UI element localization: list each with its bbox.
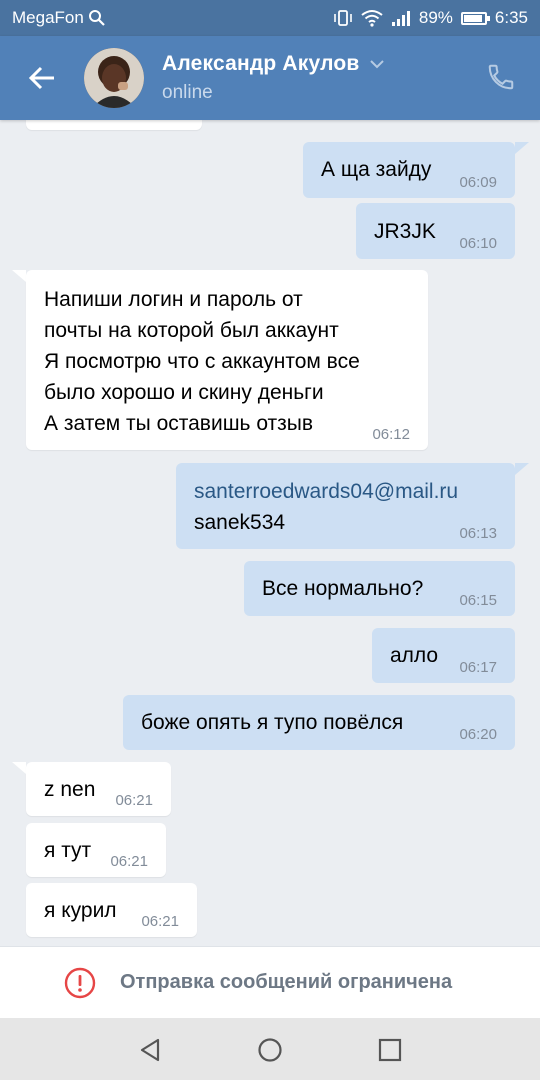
exclamation-circle-icon (64, 967, 96, 999)
message-text: я тут (44, 839, 92, 862)
arrow-left-icon (28, 66, 54, 90)
message-bubble-in[interactable]: я курил 06:21 (26, 883, 197, 937)
restricted-label: Отправка сообщений ограничена (120, 971, 453, 993)
wifi-icon (361, 10, 383, 27)
message-bubble-partial (26, 120, 202, 130)
message-text: я курил (44, 899, 117, 922)
back-triangle-icon[interactable] (136, 1036, 164, 1064)
message-text: Все нормально? (262, 577, 424, 600)
message-bubble-out[interactable]: JR3JK 06:10 (356, 203, 515, 259)
battery-icon (460, 11, 490, 25)
clock: 6:35 (494, 8, 528, 27)
back-button[interactable] (22, 58, 62, 98)
message-time: 06:13 (459, 525, 497, 542)
message-bubble-out[interactable]: алло 06:17 (372, 628, 515, 683)
message-bubble-in[interactable]: Напиши логин и пароль от почты на которо… (26, 270, 428, 450)
message-bubble-out[interactable]: А ща зайду 06:09 (303, 142, 515, 198)
message-text: JR3JK (374, 220, 436, 243)
avatar[interactable] (84, 48, 144, 108)
message-text: алло (390, 644, 439, 667)
email-link[interactable]: santerroedwards04@mail.ru (194, 476, 515, 507)
phone-icon (488, 64, 514, 90)
message-tail (12, 762, 26, 774)
battery-level (463, 14, 482, 22)
signal-icon (391, 11, 410, 26)
message-time: 06:17 (459, 659, 497, 676)
status-bar: MegaFon 89% 6:35 (0, 0, 540, 36)
call-button[interactable] (486, 62, 518, 94)
message-text: А ща зайду (321, 158, 432, 181)
recents-square-icon[interactable] (376, 1036, 404, 1064)
message-time: 06:20 (459, 726, 497, 743)
message-time: 06:12 (372, 426, 410, 443)
search-icon (88, 10, 105, 26)
chat-header: Александр Акулов online (0, 36, 540, 120)
message-text: боже опять я тупо повёлся (141, 711, 404, 734)
battery-percent: 89% (418, 8, 453, 27)
message-tail (515, 463, 529, 475)
chevron-down-icon[interactable] (369, 59, 384, 69)
avatar-image (84, 48, 144, 108)
message-bubble-in[interactable]: z nen 06:21 (26, 762, 171, 816)
contact-name[interactable]: Александр Акулов (162, 52, 360, 76)
contact-status: online (162, 82, 213, 103)
message-time: 06:21 (115, 792, 153, 809)
message-time: 06:21 (141, 913, 179, 930)
message-bubble-out[interactable]: santerroedwards04@mail.ru sanek534 06:13 (176, 463, 515, 549)
message-time: 06:10 (459, 235, 497, 252)
home-circle-icon[interactable] (256, 1036, 284, 1064)
system-nav-bar (0, 1018, 540, 1080)
message-text: z nen (44, 778, 96, 801)
message-tail (515, 142, 529, 154)
message-bubble-out[interactable]: Все нормально? 06:15 (244, 561, 515, 616)
message-time: 06:09 (459, 174, 497, 191)
message-text: Напиши логин и пароль от почты на которо… (44, 288, 360, 435)
carrier-name: MegaFon (12, 8, 84, 27)
message-time: 06:15 (459, 592, 497, 609)
message-tail (12, 270, 26, 282)
message-bubble-out[interactable]: боже опять я тупо повёлся 06:20 (123, 695, 515, 750)
contact-name-row[interactable]: Александр Акулов (162, 52, 384, 76)
messaging-restricted-bar: Отправка сообщений ограничена (0, 946, 540, 1018)
message-time: 06:21 (110, 853, 148, 870)
vibrate-icon (334, 10, 352, 26)
message-bubble-in[interactable]: я тут 06:21 (26, 823, 166, 877)
message-list[interactable]: А ща зайду 06:09 JR3JK 06:10 Напиши логи… (0, 120, 540, 946)
